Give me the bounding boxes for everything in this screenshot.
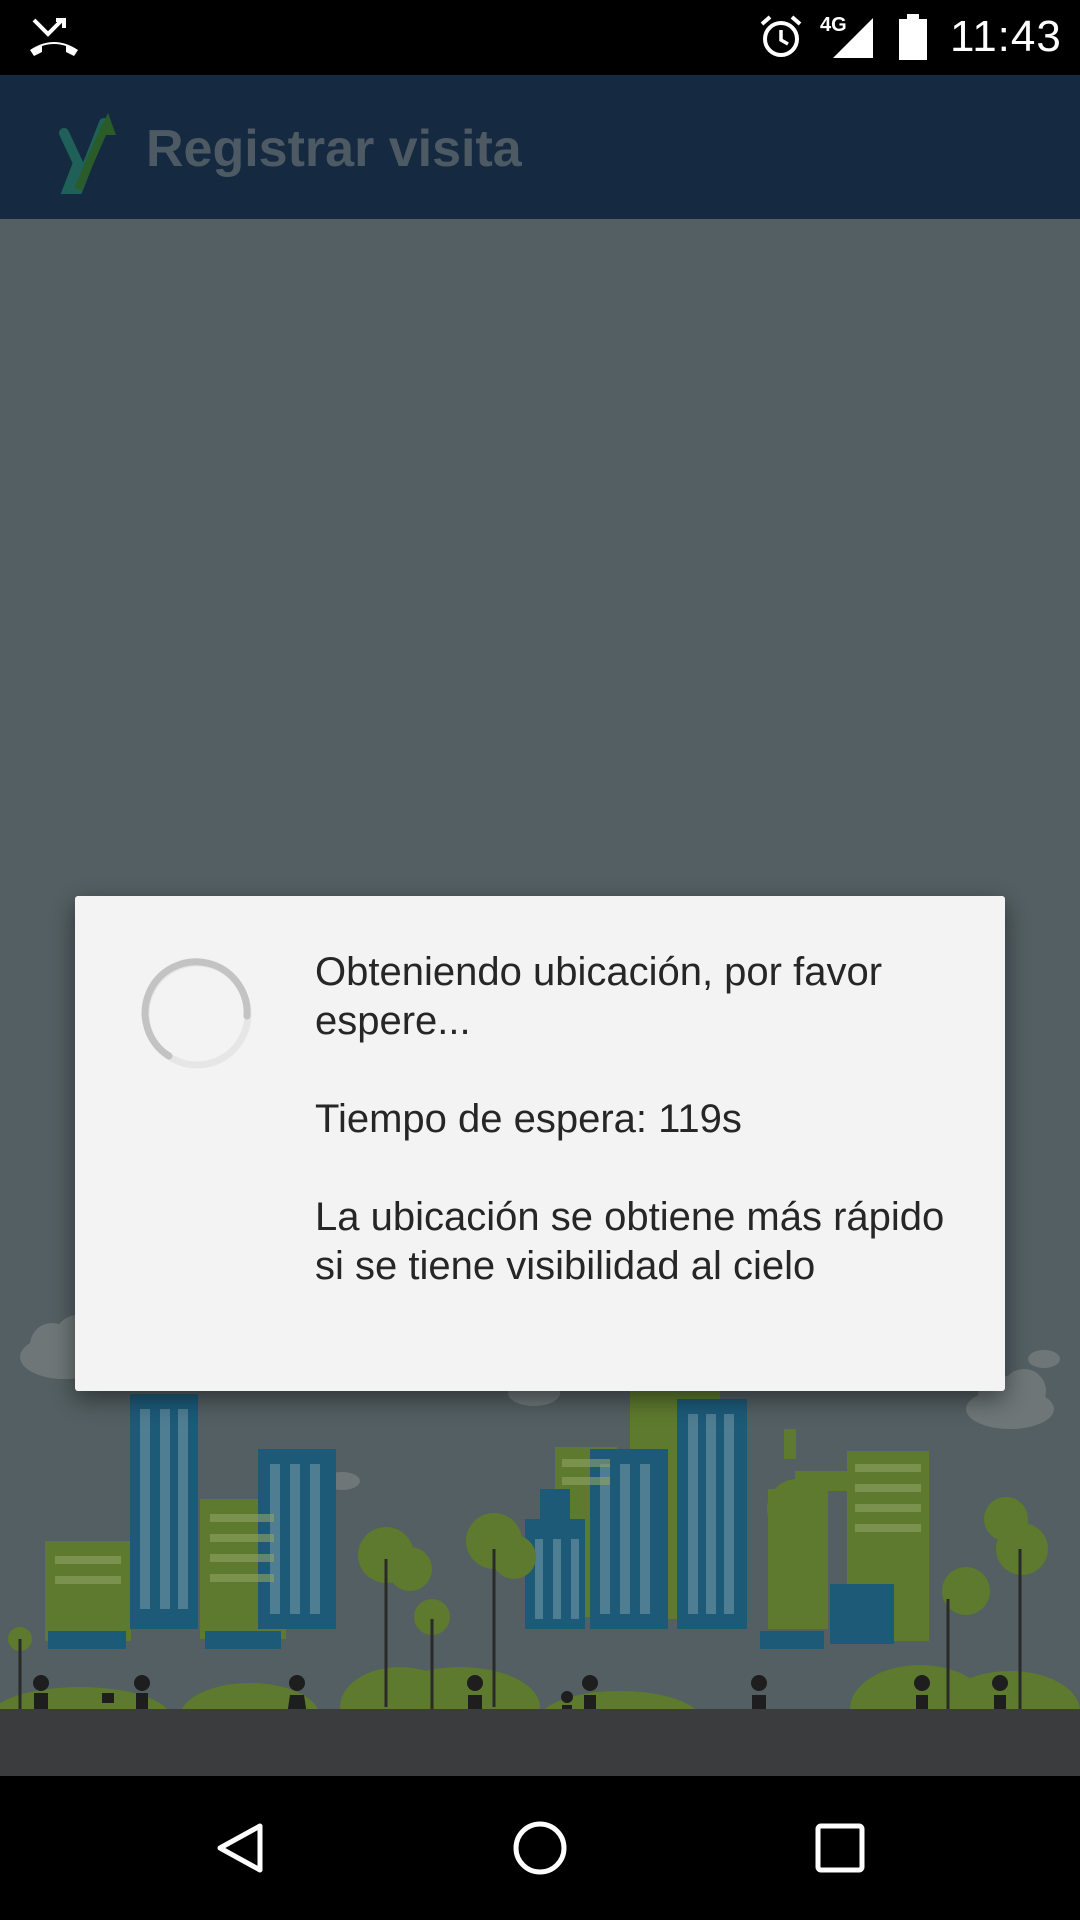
home-button[interactable] — [490, 1798, 590, 1898]
navigation-bar — [0, 1776, 1080, 1920]
missed-call-icon — [30, 18, 78, 56]
hint-text: La ubicación se obtiene más rápido si se… — [315, 1195, 945, 1288]
main-content: Obteniendo ubicación, por favor espere..… — [0, 219, 1080, 1776]
page-title: Registrar visita — [146, 120, 522, 178]
status-bar: 4G 11:43 — [0, 0, 1080, 75]
status-clock: 11:43 — [950, 12, 1062, 61]
timeout-text: Tiempo de espera: 119s — [315, 1097, 742, 1141]
alarm-icon — [760, 15, 802, 57]
app-logo-icon — [59, 113, 116, 194]
back-icon — [217, 1823, 263, 1873]
signal-icon — [833, 18, 873, 58]
loading-spinner-icon — [141, 958, 252, 1069]
battery-icon — [899, 14, 927, 60]
dialog-message: Obteniendo ubicación, por favor espere..… — [315, 948, 955, 1291]
loading-message: Obteniendo ubicación, por favor espere..… — [315, 950, 883, 1043]
back-button[interactable] — [190, 1798, 290, 1898]
progress-dialog: Obteniendo ubicación, por favor espere..… — [75, 896, 1005, 1391]
recents-button[interactable] — [790, 1798, 890, 1898]
home-icon — [513, 1821, 567, 1875]
app-bar: Registrar visita — [0, 75, 1080, 219]
recents-icon — [815, 1823, 865, 1873]
